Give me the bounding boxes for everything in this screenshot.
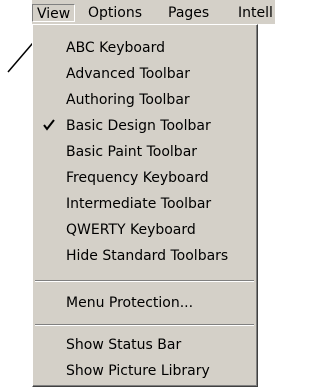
menu-item-menu-protection[interactable]: Menu Protection... xyxy=(66,292,193,314)
checkmark-icon xyxy=(43,119,55,131)
menu-item-intermediate-toolbar[interactable]: Intermediate Toolbar xyxy=(66,193,211,215)
menu-options[interactable]: Options xyxy=(84,4,146,22)
menu-item-abc-keyboard[interactable]: ABC Keyboard xyxy=(66,37,165,59)
menu-separator xyxy=(35,280,254,282)
menu-item-frequency-keyboard[interactable]: Frequency Keyboard xyxy=(66,167,209,189)
menu-item-qwerty-keyboard[interactable]: QWERTY Keyboard xyxy=(66,219,196,241)
menu-item-show-status-bar[interactable]: Show Status Bar xyxy=(66,334,181,356)
menu-item-basic-paint-toolbar[interactable]: Basic Paint Toolbar xyxy=(66,141,197,163)
menu-item-basic-design-toolbar[interactable]: Basic Design Toolbar xyxy=(66,115,211,137)
menu-item-advanced-toolbar[interactable]: Advanced Toolbar xyxy=(66,63,190,85)
menu-view[interactable]: View xyxy=(32,4,76,22)
menu-pages[interactable]: Pages xyxy=(164,4,213,22)
menu-item-authoring-toolbar[interactable]: Authoring Toolbar xyxy=(66,89,190,111)
menu-separator xyxy=(35,324,254,326)
menu-intell[interactable]: Intell xyxy=(234,4,275,22)
view-dropdown-menu: ABC Keyboard Advanced Toolbar Authoring … xyxy=(32,24,258,387)
menu-item-hide-standard-toolbars[interactable]: Hide Standard Toolbars xyxy=(66,245,228,267)
menu-bar: View Options Pages Intell xyxy=(32,0,275,24)
menu-item-show-picture-library[interactable]: Show Picture Library xyxy=(66,360,210,382)
